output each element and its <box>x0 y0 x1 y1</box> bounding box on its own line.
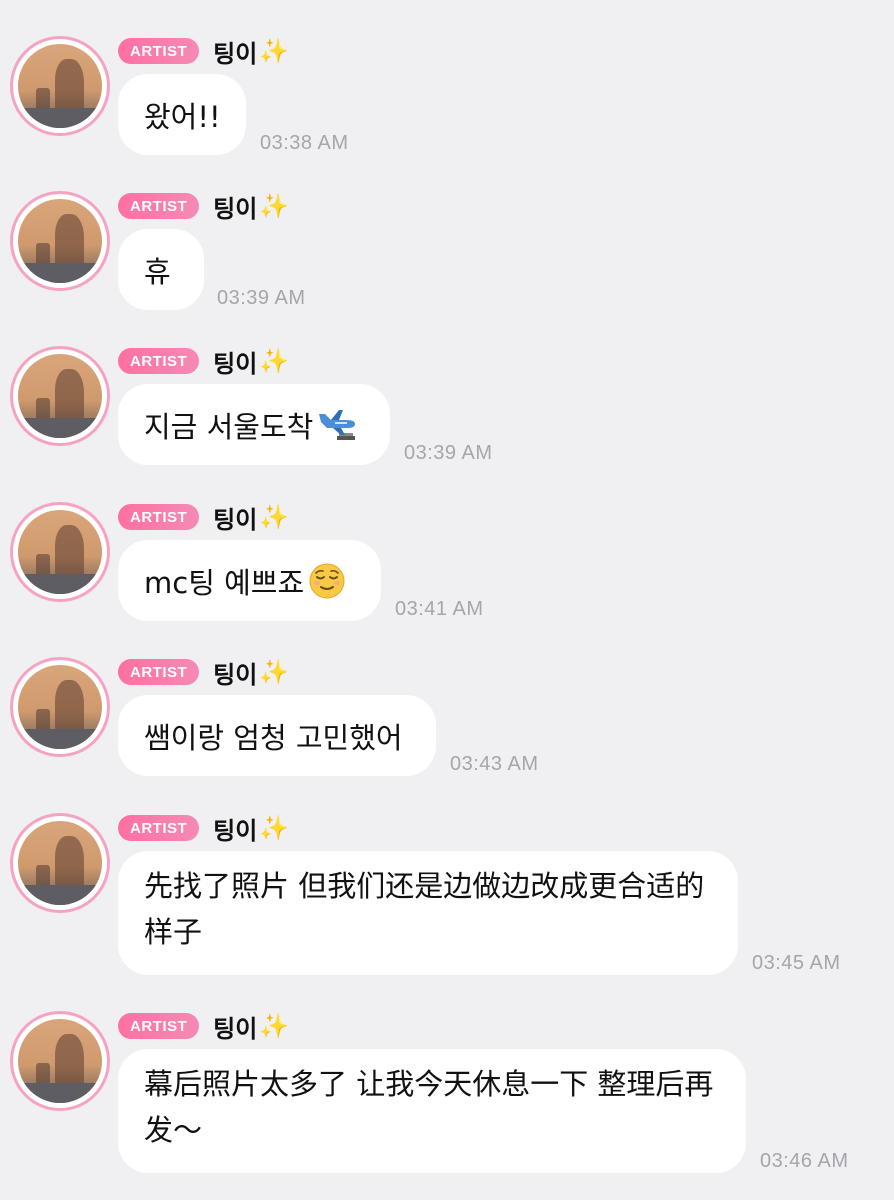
message-header: ARTIST 팅이 ✨ <box>118 344 290 379</box>
message-timestamp: 03:46 AM <box>760 1150 849 1172</box>
sender-name[interactable]: 팅이 <box>213 500 257 535</box>
artist-badge: ARTIST <box>118 659 200 685</box>
message-header: ARTIST 팅이 ✨ <box>118 500 290 535</box>
sparkles-icon: ✨ <box>259 1012 290 1040</box>
message-text: 쌤이랑 엄청 고민했어 <box>144 720 403 755</box>
message-timestamp: 03:43 AM <box>450 753 539 775</box>
message-bubble[interactable]: 왔어!! <box>118 74 246 155</box>
sparkles-icon: ✨ <box>259 192 290 220</box>
sender-name[interactable]: 팅이 <box>213 811 257 846</box>
artist-avatar[interactable] <box>10 191 110 291</box>
sparkles-icon: ✨ <box>259 658 290 686</box>
sparkles-icon: ✨ <box>259 503 290 531</box>
artist-avatar[interactable] <box>10 502 110 602</box>
sender-name[interactable]: 팅이 <box>213 34 257 69</box>
chat-screen: { "messages": [ {"badge": "ARTIST", "sen… <box>0 0 894 1200</box>
message-header: ARTIST 팅이 ✨ <box>118 811 290 846</box>
message-timestamp: 03:41 AM <box>395 598 484 620</box>
artist-avatar[interactable] <box>10 346 110 446</box>
message-timestamp: 03:38 AM <box>260 132 349 154</box>
message-bubble[interactable]: 幕后照片太多了 让我今天休息一下 整理后再发～ <box>118 1049 746 1173</box>
artist-badge: ARTIST <box>118 1013 200 1039</box>
sparkles-icon: ✨ <box>259 814 290 842</box>
artist-badge: ARTIST <box>118 38 200 64</box>
artist-badge: ARTIST <box>118 348 200 374</box>
message-text: mc팅 예쁘죠 <box>144 565 305 600</box>
message-text: 先找了照片 但我们还是边做边改成更合适的样子 <box>144 869 705 949</box>
message-text: 왔어!! <box>144 99 221 134</box>
artist-avatar[interactable] <box>10 1011 110 1111</box>
sender-name[interactable]: 팅이 <box>213 344 257 379</box>
message-header: ARTIST 팅이 ✨ <box>118 1009 290 1044</box>
airplane-arriving-icon <box>317 408 357 442</box>
artist-avatar[interactable] <box>10 813 110 913</box>
artist-avatar[interactable] <box>10 657 110 757</box>
relieved-face-icon <box>308 562 346 600</box>
message-timestamp: 03:45 AM <box>752 952 841 974</box>
message-timestamp: 03:39 AM <box>404 442 493 464</box>
message-header: ARTIST 팅이 ✨ <box>118 655 290 690</box>
artist-badge: ARTIST <box>118 504 200 530</box>
message-header: ARTIST 팅이 ✨ <box>118 189 290 224</box>
message-bubble[interactable]: 지금 서울도착 <box>118 384 390 465</box>
message-text: 幕后照片太多了 让我今天休息一下 整理后再发～ <box>144 1067 714 1147</box>
artist-avatar[interactable] <box>10 36 110 136</box>
message-bubble[interactable]: 휴 <box>118 229 204 310</box>
sender-name[interactable]: 팅이 <box>213 655 257 690</box>
sparkles-icon: ✨ <box>259 37 290 65</box>
sender-name[interactable]: 팅이 <box>213 1009 257 1044</box>
message-bubble[interactable]: 先找了照片 但我们还是边做边改成更合适的样子 <box>118 851 738 975</box>
message-bubble[interactable]: 쌤이랑 엄청 고민했어 <box>118 695 436 776</box>
artist-badge: ARTIST <box>118 815 200 841</box>
message-bubble[interactable]: mc팅 예쁘죠 <box>118 540 381 621</box>
artist-badge: ARTIST <box>118 193 200 219</box>
message-header: ARTIST 팅이 ✨ <box>118 34 290 69</box>
message-timestamp: 03:39 AM <box>217 287 306 309</box>
message-text: 휴 <box>144 254 171 289</box>
sparkles-icon: ✨ <box>259 347 290 375</box>
sender-name[interactable]: 팅이 <box>213 189 257 224</box>
message-text: 지금 서울도착 <box>144 409 314 444</box>
